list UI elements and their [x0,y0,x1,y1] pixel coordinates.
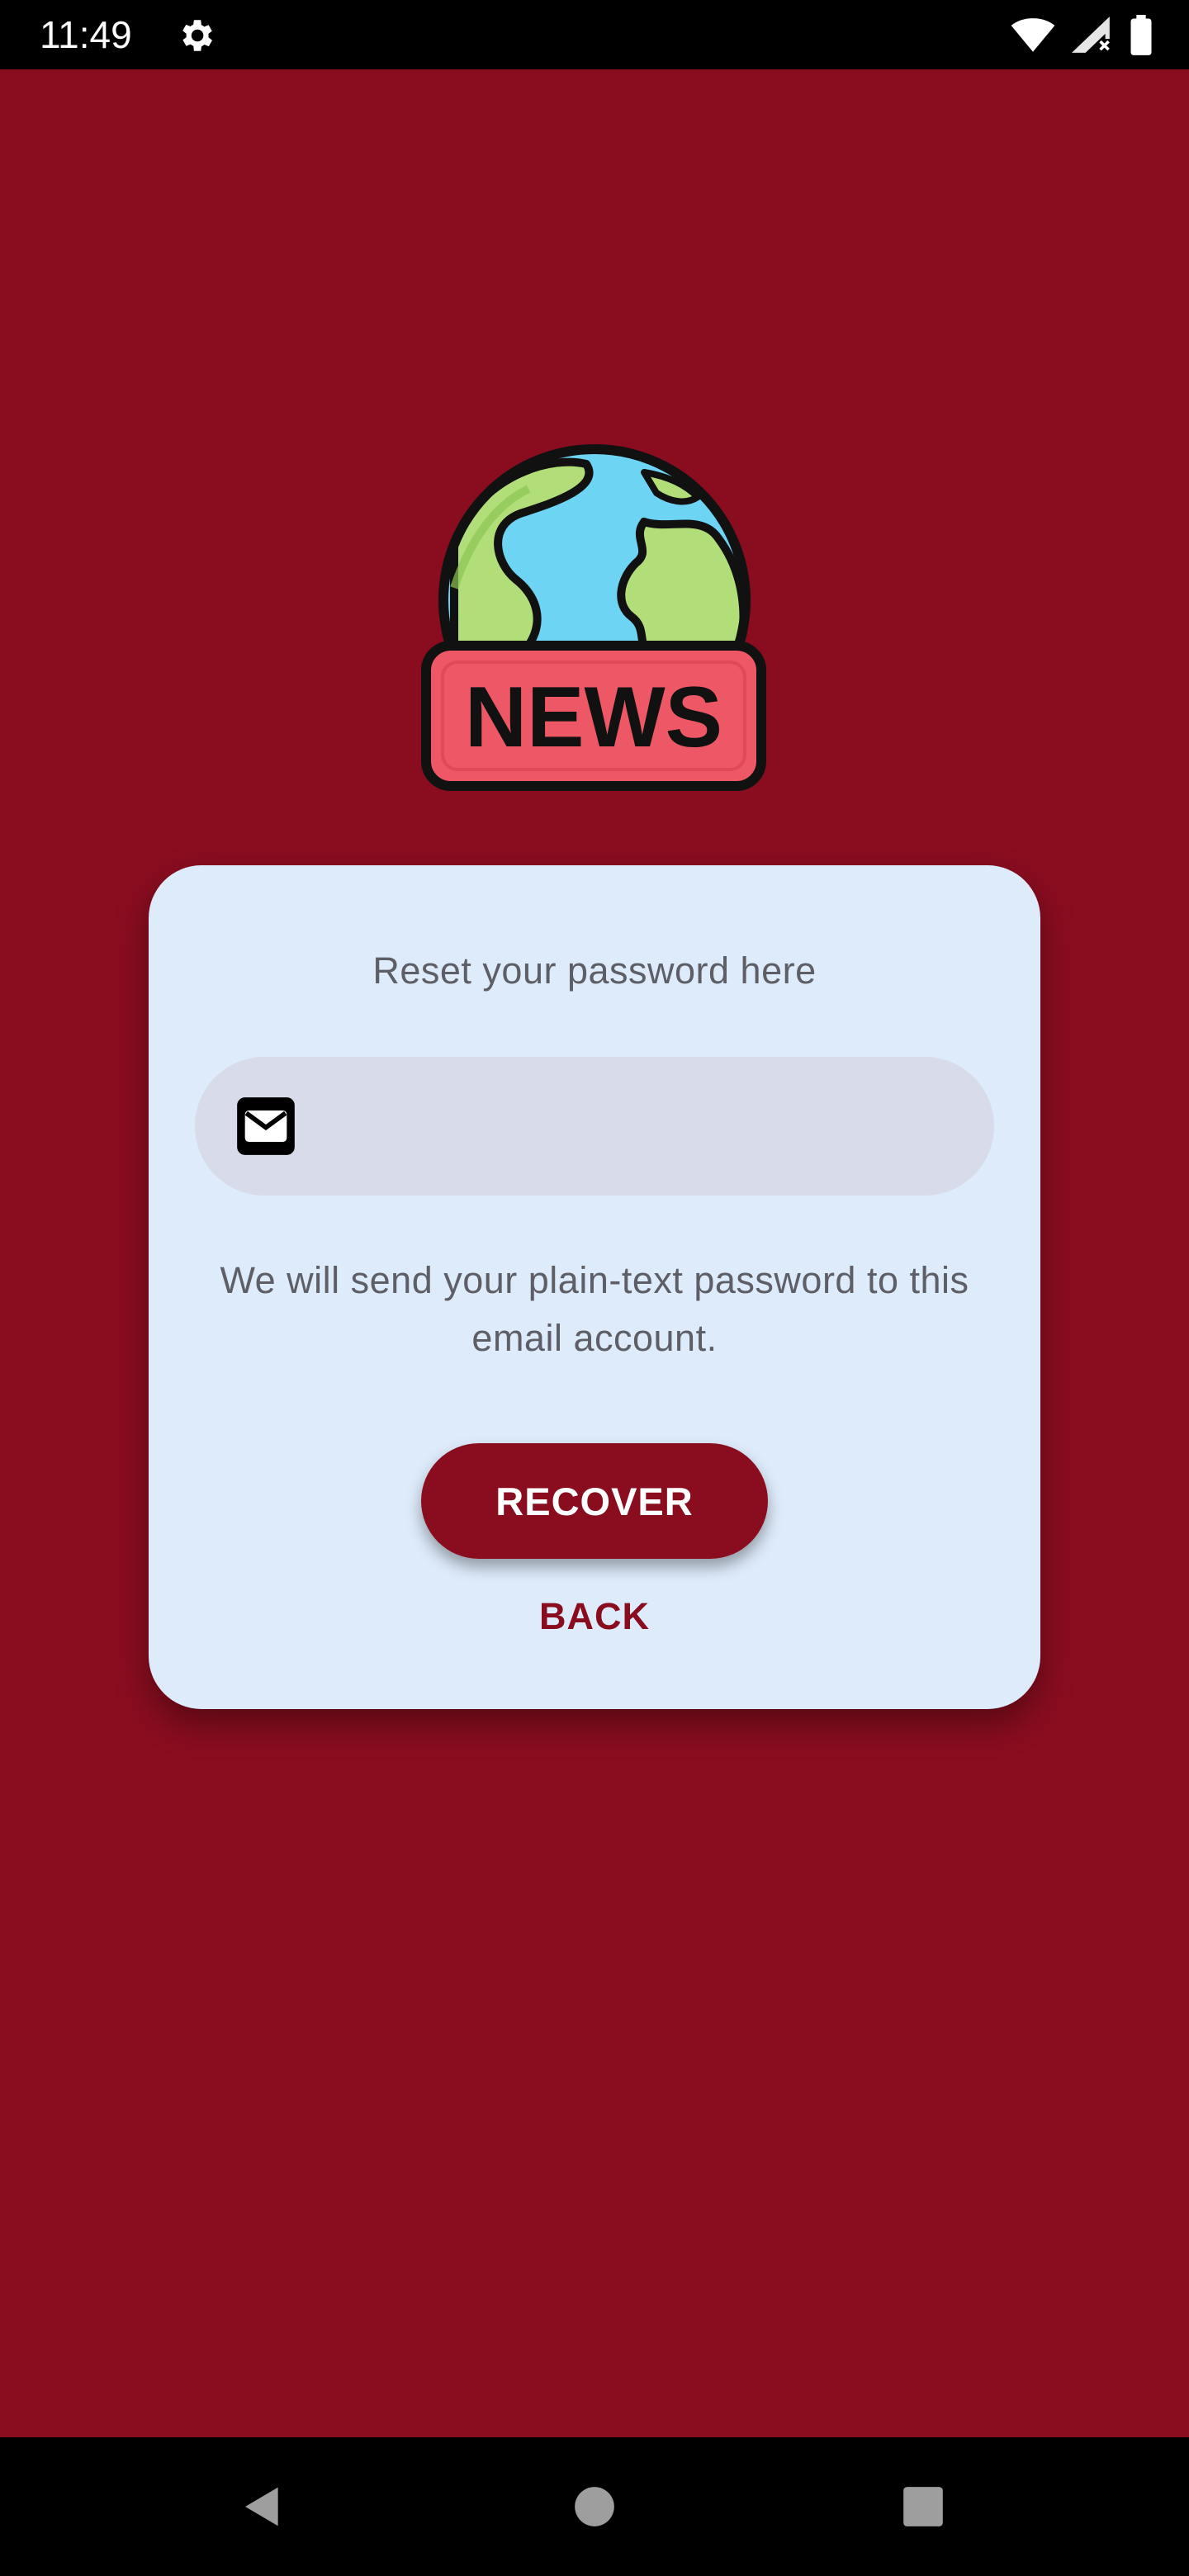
news-logo: NEWS [421,444,766,791]
status-time: 11:49 [40,13,132,56]
battery-icon [1130,15,1152,55]
card-title: Reset your password here [372,949,817,992]
email-icon [237,1097,295,1155]
home-circle-icon[interactable] [573,2485,616,2528]
recents-square-icon[interactable] [902,2485,945,2528]
card-note: We will send your plain-text password to… [220,1259,969,1359]
settings-gear-icon [182,20,212,51]
cellular-signal-icon [1072,17,1110,53]
reset-password-card: Reset your password here We will send yo… [149,865,1040,1709]
back-button[interactable]: BACK [471,1584,718,1650]
back-triangle-icon[interactable] [239,2484,286,2530]
wifi-icon [1011,18,1055,52]
recover-button[interactable]: RECOVER [421,1443,768,1559]
navigation-bar [0,2437,1189,2576]
news-logo-text: NEWS [465,670,722,765]
email-field[interactable] [195,1057,994,1196]
status-icons [1011,13,1153,58]
app-screen: 11:49 NEWS Reset your password here We w… [0,0,1189,2576]
status-bar: 11:49 [0,0,1189,69]
email-input[interactable] [327,1090,958,1164]
